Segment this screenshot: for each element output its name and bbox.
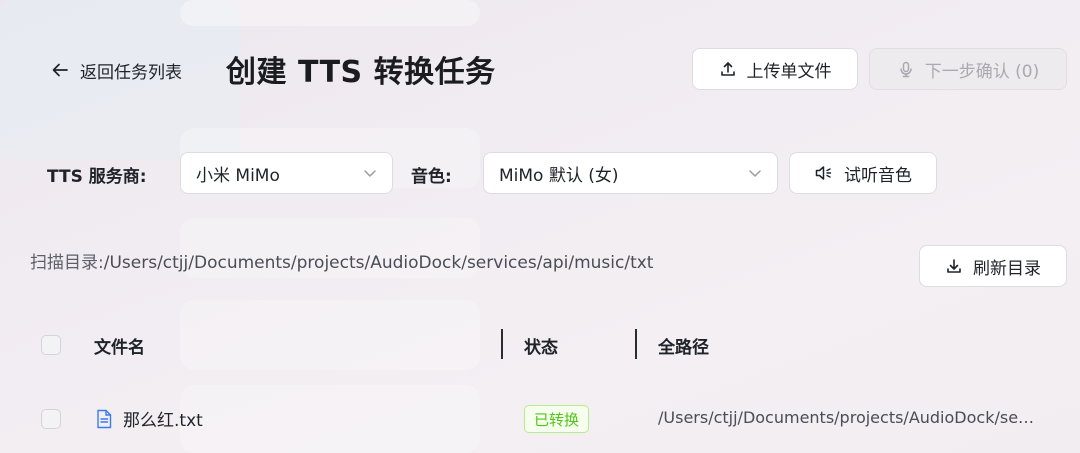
tts-provider-label: TTS 服务商: [47,167,147,187]
filename-text: 那么红.txt [123,411,203,431]
arrow-left-icon [50,60,70,80]
upload-file-button[interactable]: 上传单文件 [692,48,858,90]
microphone-icon [897,60,915,78]
column-divider[interactable] [635,329,637,359]
speaker-icon [814,164,834,182]
table-row-filename: 那么红.txt [95,406,203,431]
back-to-task-list-link[interactable]: 返回任务列表 [50,56,182,84]
back-link-label: 返回任务列表 [80,62,182,83]
download-icon [945,257,963,275]
table-row-full-path: /Users/ctjj/Documents/projects/AudioDock… [658,408,1038,427]
page-title: 创建 TTS 转换任务 [226,55,496,90]
preview-button-label: 试听音色 [844,165,912,186]
refresh-directory-button[interactable]: 刷新目录 [919,245,1067,287]
upload-button-label: 上传单文件 [746,61,832,82]
voice-value: MiMo 默认 (女) [499,165,619,186]
column-header-filename: 文件名 [94,338,145,358]
upload-icon [719,60,737,78]
next-button-label: 下一步确认 (0) [924,61,1040,82]
refresh-button-label: 刷新目录 [973,258,1041,279]
tts-provider-select[interactable]: 小米 MiMo [180,152,393,194]
file-text-icon [95,409,113,429]
scan-directory-path: /Users/ctjj/Documents/projects/AudioDock… [103,253,654,273]
row-checkbox[interactable] [41,409,61,429]
scan-directory: 扫描目录:/Users/ctjj/Documents/projects/Audi… [30,248,653,273]
status-badge: 已转换 [524,405,590,433]
preview-voice-button[interactable]: 试听音色 [789,152,937,194]
column-header-full-path: 全路径 [658,338,709,358]
next-step-confirm-button[interactable]: 下一步确认 (0) [869,48,1067,90]
chevron-down-icon [362,165,378,181]
voice-label: 音色: [411,167,452,187]
select-all-checkbox[interactable] [41,335,61,355]
scan-directory-label: 扫描目录: [30,253,104,273]
column-divider[interactable] [501,329,503,359]
chevron-down-icon [747,165,763,181]
tts-provider-value: 小米 MiMo [196,165,280,186]
column-header-status: 状态 [524,338,558,358]
voice-select[interactable]: MiMo 默认 (女) [483,152,778,194]
